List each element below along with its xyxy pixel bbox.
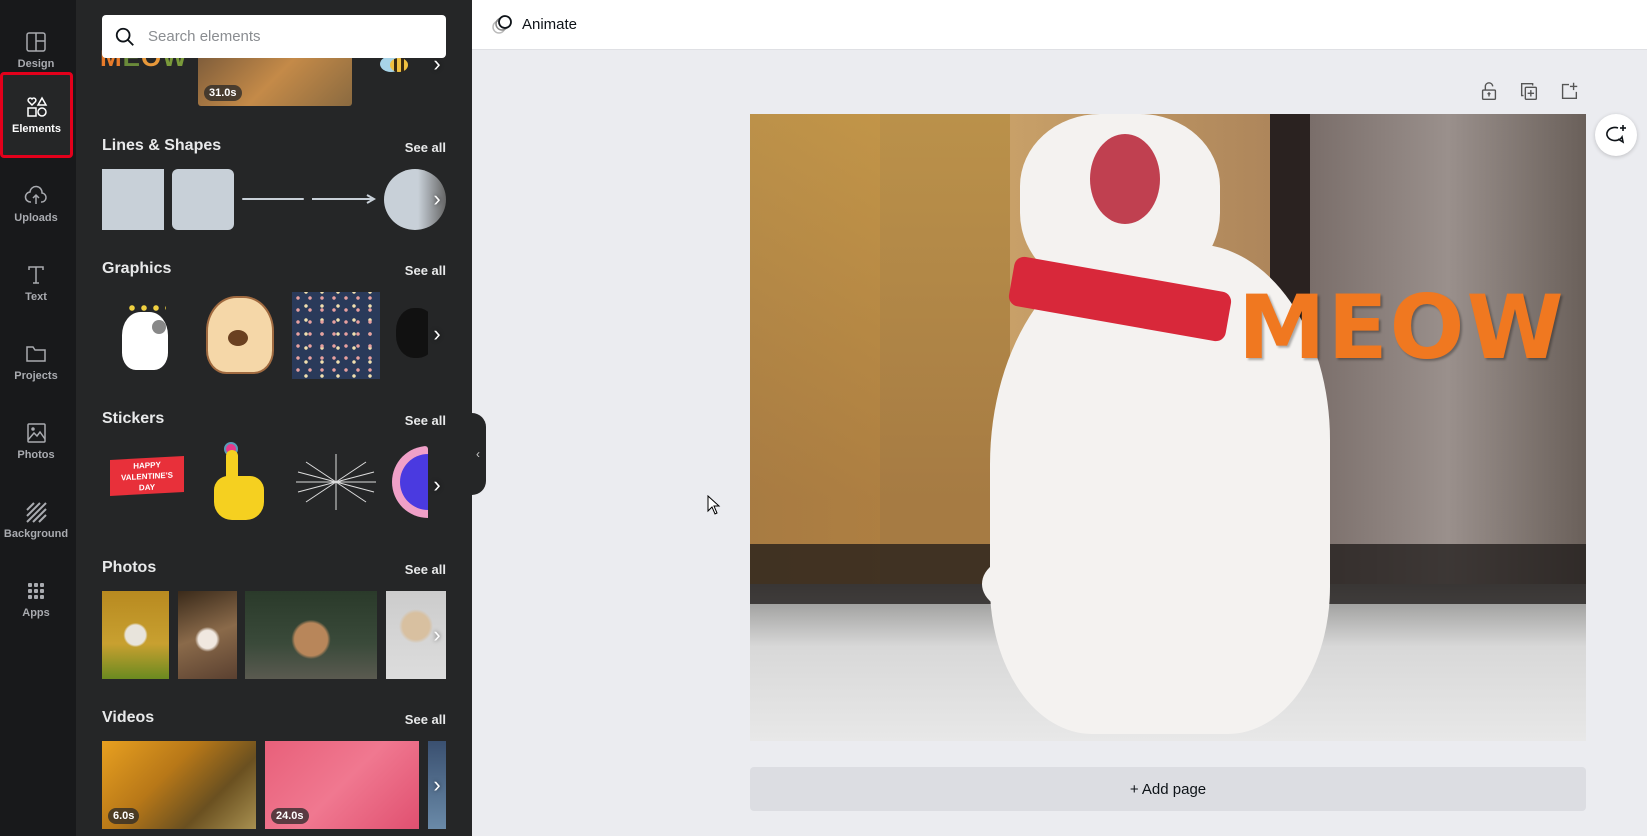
chevron-left-icon: ‹ [476, 447, 480, 461]
valentines-sticker[interactable]: HAPPY VALENTINE'S DAY [106, 448, 186, 508]
meow-text[interactable]: MEOW [1238, 284, 1566, 372]
video-duration: 31.0s [204, 85, 242, 101]
next-arrow-button[interactable]: › [426, 316, 448, 352]
rail-item-label: Text [25, 291, 47, 303]
cloud-upload-icon [24, 185, 47, 204]
sparkle-sticker[interactable] [292, 452, 380, 512]
section-title: Photos [102, 559, 157, 576]
design-canvas[interactable]: MEOW [750, 114, 1586, 741]
text-icon [28, 266, 44, 284]
duplicate-page-button[interactable] [1518, 80, 1540, 102]
meow-text: MEOW [1238, 276, 1566, 379]
see-all-videos[interactable]: See all [405, 712, 446, 727]
rail-item-label: Elements [12, 123, 61, 135]
search-box[interactable] [102, 15, 446, 58]
mouse-cursor-icon [707, 494, 721, 520]
duplicate-icon [1520, 82, 1538, 100]
unlock-button[interactable] [1478, 80, 1500, 102]
stripes-icon [26, 502, 47, 523]
photo-toy-poodle[interactable] [245, 591, 377, 679]
comment-add-icon [1606, 125, 1626, 144]
see-all-lines-shapes[interactable]: See all [405, 140, 446, 155]
image-icon [27, 423, 46, 443]
search-input[interactable] [148, 28, 428, 45]
rail-item-uploads[interactable]: Uploads [0, 164, 72, 244]
rail-item-label: Design [17, 58, 55, 70]
elements-panel: MEOW 31.0s › Lines & Shapes See all › Gr… [76, 0, 472, 836]
cat-mouth [1090, 134, 1160, 224]
photo-poodle[interactable] [102, 591, 169, 679]
black-cat-graphic[interactable] [386, 300, 428, 370]
dog-graphic[interactable] [200, 292, 278, 378]
rail-item-background[interactable]: Background [0, 480, 72, 560]
video-thumbnail-smoke[interactable]: 6.0s [102, 741, 256, 829]
cat-flower-graphic[interactable] [110, 292, 180, 378]
page-tools [1478, 80, 1580, 102]
photo-shepherd[interactable] [178, 591, 237, 679]
hand-pointer-sticker[interactable] [206, 440, 274, 526]
video-duration: 6.0s [108, 808, 140, 824]
rail-item-label: Background [3, 528, 69, 540]
rail-item-label: Apps [22, 607, 50, 619]
next-arrow-button[interactable]: › [426, 617, 448, 653]
rail-item-projects[interactable]: Projects [0, 322, 72, 402]
search-icon [115, 27, 134, 46]
section-title: Videos [102, 709, 155, 726]
pattern-graphic[interactable] [292, 292, 380, 379]
collapse-panel-button[interactable]: ‹ [470, 413, 486, 495]
unlock-icon [1481, 82, 1497, 100]
rail-item-label: Projects [14, 370, 58, 382]
top-bar: Animate [472, 0, 1647, 50]
add-page-icon-button[interactable] [1558, 80, 1580, 102]
next-arrow-button[interactable]: › [426, 767, 448, 803]
add-page-button[interactable]: + Add page [750, 767, 1586, 811]
rounded-square-shape[interactable] [172, 169, 234, 230]
bee-graphic[interactable] [372, 50, 428, 106]
shapes-icon [26, 96, 47, 117]
rail-item-label: Uploads [14, 212, 58, 224]
arrow-line-shape[interactable] [312, 192, 378, 206]
grid-icon [28, 583, 44, 599]
square-shape[interactable] [102, 169, 164, 230]
left-rail: Design Elements Uploads Text Projects Ph… [0, 0, 76, 836]
sticker-text: HAPPY VALENTINE'S DAY [110, 456, 184, 496]
rail-item-elements[interactable]: Elements [0, 72, 73, 158]
rail-item-photos[interactable]: Photos [0, 401, 72, 481]
see-all-graphics[interactable]: See all [405, 263, 446, 278]
rail-item-apps[interactable]: Apps [0, 559, 72, 639]
rail-item-label: Photos [17, 449, 55, 461]
video-thumbnail-beehive[interactable]: 31.0s [198, 50, 352, 106]
video-thumbnail-petal[interactable]: 24.0s [265, 741, 419, 829]
folder-icon [26, 346, 46, 362]
layout-icon [26, 32, 46, 52]
see-all-stickers[interactable]: See all [405, 413, 446, 428]
section-title: Graphics [102, 260, 172, 277]
see-all-photos[interactable]: See all [405, 562, 446, 577]
next-arrow-button[interactable]: › [426, 467, 448, 503]
next-arrow-button[interactable]: › [426, 181, 448, 217]
animate-button[interactable]: Animate [490, 14, 577, 36]
badge-sticker[interactable] [392, 446, 428, 524]
rail-item-text[interactable]: Text [0, 243, 72, 323]
section-title: Stickers [102, 410, 165, 427]
section-title: Lines & Shapes [102, 137, 222, 154]
add-page-icon [1561, 82, 1578, 100]
video-duration: 24.0s [271, 808, 309, 824]
animate-icon [492, 14, 512, 34]
animate-label: Animate [522, 16, 578, 33]
line-shape[interactable] [242, 198, 304, 200]
add-comment-button[interactable] [1595, 114, 1637, 156]
